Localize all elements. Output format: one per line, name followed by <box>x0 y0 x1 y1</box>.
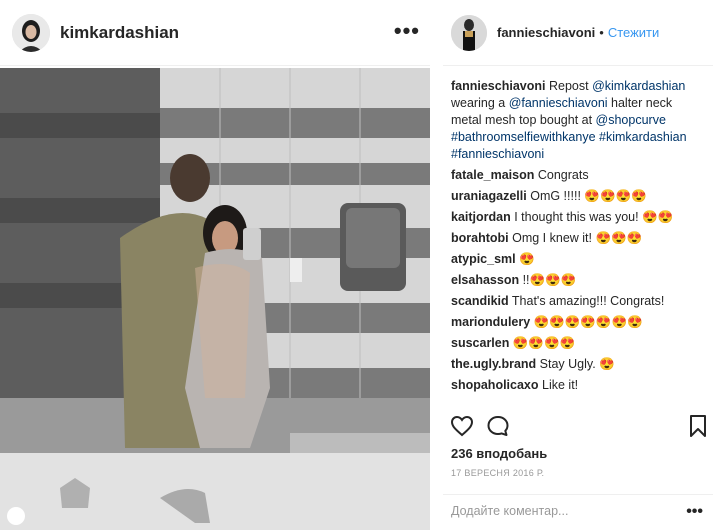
caption-text: Repost <box>548 79 593 93</box>
caption-hashtag[interactable]: #fannieschiavoni <box>451 147 544 161</box>
comments-list: fannieschiavoni Repost @kimkardashian we… <box>451 78 701 398</box>
comment-item: mariondulery 😍😍😍😍😍😍😍 <box>451 314 701 331</box>
comment-username[interactable]: borahtobi <box>451 231 509 245</box>
post-author-avatar[interactable] <box>12 13 50 52</box>
comment-text: OmG !!!!! 😍😍😍😍 <box>530 189 647 203</box>
comment-input[interactable] <box>449 503 683 519</box>
comment-username[interactable]: fatale_maison <box>451 168 534 182</box>
side-author-avatar[interactable] <box>451 14 487 51</box>
likes-count[interactable]: 236 вподобань <box>451 446 547 461</box>
comment-item: kaitjordan I thought this was you! 😍😍 <box>451 209 701 226</box>
comment-item: the.ugly.brand Stay Ugly. 😍 <box>451 356 701 373</box>
comment-item: shopaholicaxo Like it! <box>451 377 701 394</box>
comment-item: atypic_sml 😍 <box>451 251 701 268</box>
comment-item: borahtobi Omg I knew it! 😍😍😍 <box>451 230 701 247</box>
comment-username[interactable]: scandikid <box>451 294 509 308</box>
bookmark-icon[interactable] <box>688 414 708 438</box>
caption-mention[interactable]: @fannieschiavoni <box>509 96 608 110</box>
caption-username[interactable]: fannieschiavoni <box>451 79 545 93</box>
post-date: 17 ВЕРЕСНЯ 2016 Р. <box>451 468 545 478</box>
comment-item: fatale_maison Congrats <box>451 167 701 184</box>
caption-hashtag[interactable]: #bathroomselfiewithkanye <box>451 130 596 144</box>
comment-text: !!😍😍😍 <box>522 273 577 287</box>
comment-text: 😍😍😍😍😍😍😍 <box>533 315 643 329</box>
comment-username[interactable]: atypic_sml <box>451 252 516 266</box>
comment-text: Like it! <box>542 378 579 392</box>
side-author-username[interactable]: fannieschiavoni <box>497 25 595 40</box>
comment-item: elsahasson !!😍😍😍 <box>451 272 701 289</box>
comment-text: Omg I knew it! 😍😍😍 <box>512 231 643 245</box>
comment-username[interactable]: mariondulery <box>451 315 530 329</box>
photo-image <box>0 68 430 530</box>
comment-item: suscarlen 😍😍😍😍 <box>451 335 701 352</box>
post-photo[interactable] <box>0 68 430 530</box>
comment-username[interactable]: elsahasson <box>451 273 519 287</box>
action-bar <box>450 414 710 440</box>
caption-mention[interactable]: @kimkardashian <box>592 79 685 93</box>
comment-username[interactable]: shopaholicaxo <box>451 378 539 392</box>
comment-item: scandikid That's amazing!!! Congrats! <box>451 293 701 310</box>
caption-mention[interactable]: @shopcurve <box>596 113 666 127</box>
more-options-icon[interactable]: ••• <box>394 18 420 44</box>
caption-hashtag[interactable]: #kimkardashian <box>599 130 687 144</box>
post-author-username[interactable]: kimkardashian <box>60 23 179 43</box>
comment-text: I thought this was you! 😍😍 <box>514 210 674 224</box>
comment-username[interactable]: the.ugly.brand <box>451 357 536 371</box>
caption-text: wearing a <box>451 96 509 110</box>
post-caption: fannieschiavoni Repost @kimkardashian we… <box>451 78 701 163</box>
heart-icon[interactable] <box>450 414 474 438</box>
comment-username[interactable]: kaitjordan <box>451 210 511 224</box>
comment-username[interactable]: suscarlen <box>451 336 509 350</box>
comment-item: uraniagazelli OmG !!!!! 😍😍😍😍 <box>451 188 701 205</box>
separator-bullet: • <box>599 25 604 40</box>
follow-button[interactable]: Стежити <box>608 25 659 40</box>
comment-text: That's amazing!!! Congrats! <box>511 294 665 308</box>
comment-more-options-icon[interactable]: ••• <box>686 503 703 521</box>
post-header: kimkardashian ••• <box>0 0 430 66</box>
side-header: fannieschiavoni • Стежити <box>443 0 713 66</box>
comment-text: 😍 <box>519 252 535 266</box>
comment-bubble-icon[interactable] <box>486 414 510 438</box>
comment-text: Congrats <box>537 168 589 182</box>
comment-username[interactable]: uraniagazelli <box>451 189 527 203</box>
add-comment-area: ••• <box>443 494 713 531</box>
comment-text: 😍😍😍😍 <box>512 336 576 350</box>
comment-text: Stay Ugly. 😍 <box>539 357 615 371</box>
